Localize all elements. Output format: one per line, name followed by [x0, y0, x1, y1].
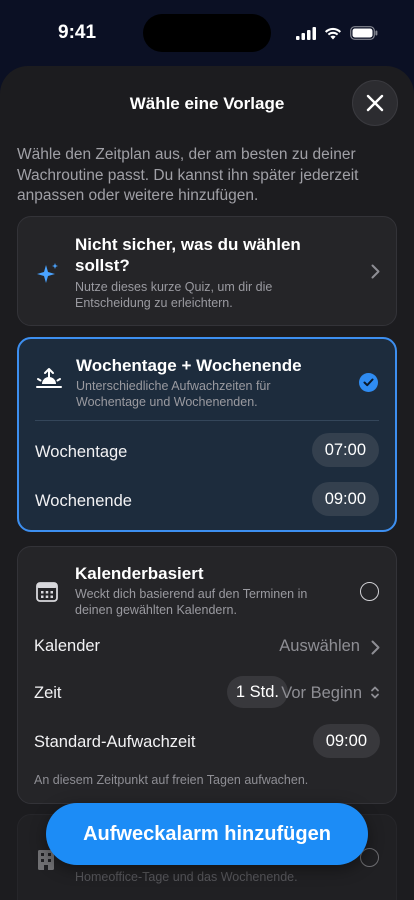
- weekday-weekend-card[interactable]: Wochentage + Wochenende Unterschiedliche…: [17, 337, 397, 532]
- chevron-up-down-icon: [371, 686, 379, 699]
- checkmark-icon: [363, 378, 374, 387]
- battery-icon: [350, 26, 378, 40]
- chevron-right-icon: [371, 640, 380, 655]
- calendar-icon: [36, 582, 58, 602]
- close-icon: [366, 94, 384, 112]
- wifi-icon: [325, 27, 341, 39]
- dynamic-island: [143, 14, 271, 52]
- chevron-right-icon: [371, 264, 380, 279]
- weekend-label: Wochenende: [35, 492, 132, 510]
- quiz-card[interactable]: Nicht sicher, was du wählen sollst? Nutz…: [17, 216, 397, 326]
- status-time: 9:41: [58, 22, 97, 43]
- time-relation-select[interactable]: Vor Beginn: [281, 684, 362, 703]
- sunrise-icon: [36, 368, 62, 388]
- calendar-label: Kalender: [34, 637, 101, 655]
- time-label: Zeit: [34, 684, 62, 702]
- calendar-based-card[interactable]: Kalenderbasiert Weckt dich basierend auf…: [17, 546, 397, 804]
- quiz-title: Nicht sicher, was du wählen sollst?: [75, 235, 301, 275]
- close-button[interactable]: [352, 80, 398, 126]
- calendar-based-subtitle: Weckt dich basierend auf den Terminen in…: [75, 587, 308, 617]
- calendar-based-title: Kalenderbasiert: [75, 564, 204, 583]
- default-wake-time-label: Standard-Aufwachzeit: [34, 733, 196, 751]
- divider: [35, 420, 379, 421]
- intro-text: Wähle den Zeitplan aus, der am besten zu…: [17, 146, 359, 204]
- cellular-signal-icon: [296, 26, 316, 40]
- selected-checkmark[interactable]: [359, 373, 378, 392]
- weekend-time-button[interactable]: 09:00: [311, 482, 379, 516]
- template-sheet: Wähle eine Vorlage Wähle den Zeitplan au…: [0, 66, 414, 900]
- default-wake-time-button[interactable]: 09:00: [312, 724, 380, 758]
- weekday-weekend-subtitle: Unterschiedliche Aufwachzeiten für Woche…: [76, 379, 271, 409]
- weekdays-time-button[interactable]: 07:00: [311, 433, 379, 467]
- time-offset-button[interactable]: 1 Std.: [226, 676, 288, 708]
- office-subtitle: Homeoffice-Tage und das Wochenende.: [75, 870, 298, 884]
- status-icons: [296, 26, 378, 40]
- calendar-select-value[interactable]: Auswählen: [279, 637, 360, 656]
- quiz-subtitle: Nutze dieses kurze Quiz, um dir die Ents…: [75, 280, 273, 310]
- default-wake-time-note: An diesem Zeitpunkt auf freien Tagen auf…: [34, 773, 309, 787]
- sparkles-icon: [37, 263, 58, 283]
- status-bar: 9:41: [0, 0, 414, 64]
- calendar-radio[interactable]: [360, 582, 379, 601]
- add-wake-alarm-button[interactable]: Aufweckalarm hinzufügen: [46, 803, 368, 865]
- weekday-weekend-title: Wochentage + Wochenende: [76, 356, 302, 375]
- weekdays-label: Wochentage: [35, 443, 128, 461]
